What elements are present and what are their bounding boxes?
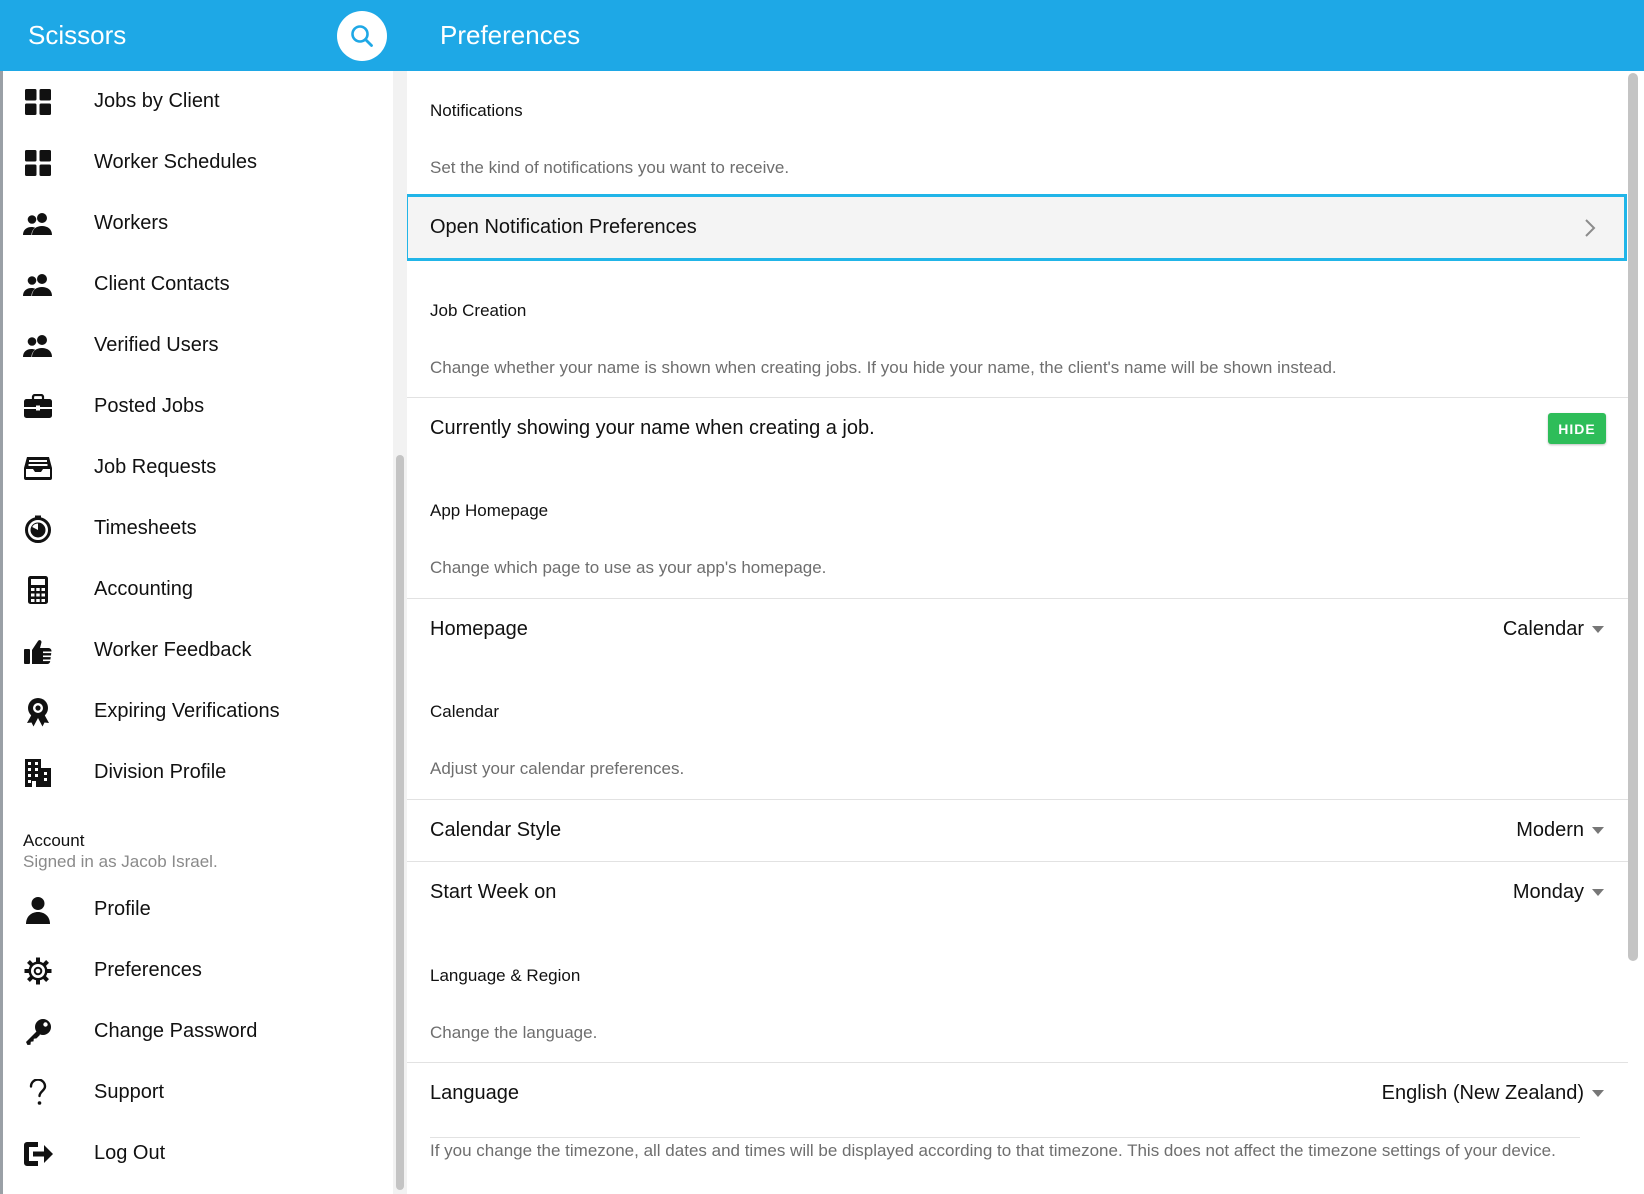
building-icon [23,758,53,788]
section-title-app-homepage: App Homepage [430,501,549,520]
sidebar-item-label: Worker Schedules [94,151,258,173]
sidebar-item-division-profile[interactable]: Division Profile [0,742,392,803]
sidebar-item-jobs-by-client[interactable]: Jobs by Client [0,71,392,132]
homepage-select-row[interactable]: Homepage Calendar [407,598,1628,660]
search-icon [351,25,373,47]
sidebar-item-label: Worker Feedback [94,639,252,661]
sidebar-item-profile[interactable]: Profile [0,879,392,940]
stopwatch-icon [23,514,53,544]
search-button[interactable] [337,11,387,61]
sidebar-item-expiring-verifications[interactable]: Expiring Verifications [0,681,392,742]
preferences-panel: Notifications Set the kind of notificati… [407,71,1628,1194]
key-icon [23,1017,53,1047]
language-label: Language [430,1082,519,1104]
section-title-calendar: Calendar [430,702,499,721]
briefcase-icon [23,392,53,422]
sidebar-scrollbar[interactable] [396,455,404,1190]
account-heading: Account [23,831,85,850]
sidebar-item-label: Expiring Verifications [94,700,280,722]
sidebar-item-label: Accounting [94,578,193,600]
sidebar: Jobs by Client Worker Schedules Workers … [0,71,392,1194]
sidebar-item-support[interactable]: Support [0,1062,392,1123]
sidebar-item-label: Job Requests [94,456,217,478]
caret-down-icon [1592,1090,1604,1097]
start-week-select[interactable]: Monday [1513,881,1604,904]
people-icon [23,331,53,361]
caret-down-icon [1592,827,1604,834]
notification-preferences-label: Open Notification Preferences [430,216,697,238]
section-title-language-region: Language & Region [430,966,581,985]
homepage-label: Homepage [430,618,528,640]
sidebar-item-label: Support [94,1081,165,1103]
section-desc-app-homepage: Change which page to use as your app's h… [430,558,827,577]
start-week-value: Monday [1512,881,1584,903]
grid-icon [23,148,53,178]
section-desc-calendar: Adjust your calendar preferences. [430,759,685,778]
sidebar-item-label: Client Contacts [94,273,230,295]
sidebar-item-timesheets[interactable]: Timesheets [0,498,392,559]
main-scrollbar[interactable] [1628,73,1638,961]
sidebar-item-job-requests[interactable]: Job Requests [0,437,392,498]
calendar-style-label: Calendar Style [430,819,562,841]
sidebar-item-preferences[interactable]: Preferences [0,940,392,1001]
calendar-style-row[interactable]: Calendar Style Modern [407,799,1628,861]
caret-down-icon [1592,626,1604,633]
inbox-icon [23,453,53,483]
section-title-notifications: Notifications [430,101,523,120]
section-desc-language-region: Change the language. [430,1023,598,1042]
sidebar-item-label: Change Password [94,1020,258,1042]
sidebar-item-accounting[interactable]: Accounting [0,559,392,620]
top-bar: Scissors Preferences [0,0,1644,71]
section-desc-job-creation: Change whether your name is shown when c… [430,358,1337,377]
open-notification-preferences-row[interactable]: Open Notification Preferences [407,194,1627,261]
name-visibility-row: Currently showing your name when creatin… [407,397,1628,459]
sidebar-item-label: Preferences [94,959,202,981]
start-week-row[interactable]: Start Week on Monday [407,861,1628,923]
sidebar-item-label: Division Profile [94,761,227,783]
sidebar-item-label: Timesheets [94,517,197,539]
calendar-style-select[interactable]: Modern [1516,819,1604,842]
app-title: Scissors [28,20,127,50]
chevron-right-icon [1585,219,1596,237]
sidebar-item-posted-jobs[interactable]: Posted Jobs [0,376,392,437]
page-title: Preferences [440,20,581,50]
homepage-select[interactable]: Calendar [1503,618,1604,641]
people-icon [23,209,53,239]
sidebar-item-label: Posted Jobs [94,395,205,417]
grid-icon [23,87,53,117]
thumbs-up-icon [23,636,53,666]
person-icon [23,895,53,925]
start-week-label: Start Week on [430,881,557,903]
section-title-job-creation: Job Creation [430,301,527,320]
logout-icon [23,1139,53,1169]
calendar-style-value: Modern [1516,819,1584,841]
calculator-icon [23,575,53,605]
section-desc-notifications: Set the kind of notifications you want t… [430,158,790,177]
sidebar-item-workers[interactable]: Workers [0,193,392,254]
people-icon [23,270,53,300]
sidebar-item-label: Log Out [94,1142,166,1164]
homepage-value: Calendar [1502,618,1584,640]
sidebar-item-label: Jobs by Client [94,90,220,112]
sidebar-item-label: Workers [94,212,169,234]
caret-down-icon [1592,889,1604,896]
award-icon [23,697,53,727]
sidebar-item-worker-feedback[interactable]: Worker Feedback [0,620,392,681]
sidebar-item-verified-users[interactable]: Verified Users [0,315,392,376]
sidebar-item-log-out[interactable]: Log Out [0,1123,392,1184]
hide-name-button[interactable]: HIDE [1548,413,1606,444]
sidebar-item-change-password[interactable]: Change Password [0,1001,392,1062]
sidebar-item-client-contacts[interactable]: Client Contacts [0,254,392,315]
sidebar-item-worker-schedules[interactable]: Worker Schedules [0,132,392,193]
language-select[interactable]: English (New Zealand) [1382,1082,1604,1105]
timezone-note: If you change the timezone, all dates an… [430,1137,1580,1163]
language-value: English (New Zealand) [1381,1082,1584,1104]
sidebar-item-label: Verified Users [94,334,219,356]
language-select-row[interactable]: Language English (New Zealand) [407,1062,1628,1124]
sidebar-item-label: Profile [94,898,151,920]
name-visibility-label: Currently showing your name when creatin… [430,417,875,439]
question-icon [23,1078,53,1108]
gear-icon [23,956,53,986]
signed-in-text: Signed in as Jacob Israel. [23,852,218,871]
